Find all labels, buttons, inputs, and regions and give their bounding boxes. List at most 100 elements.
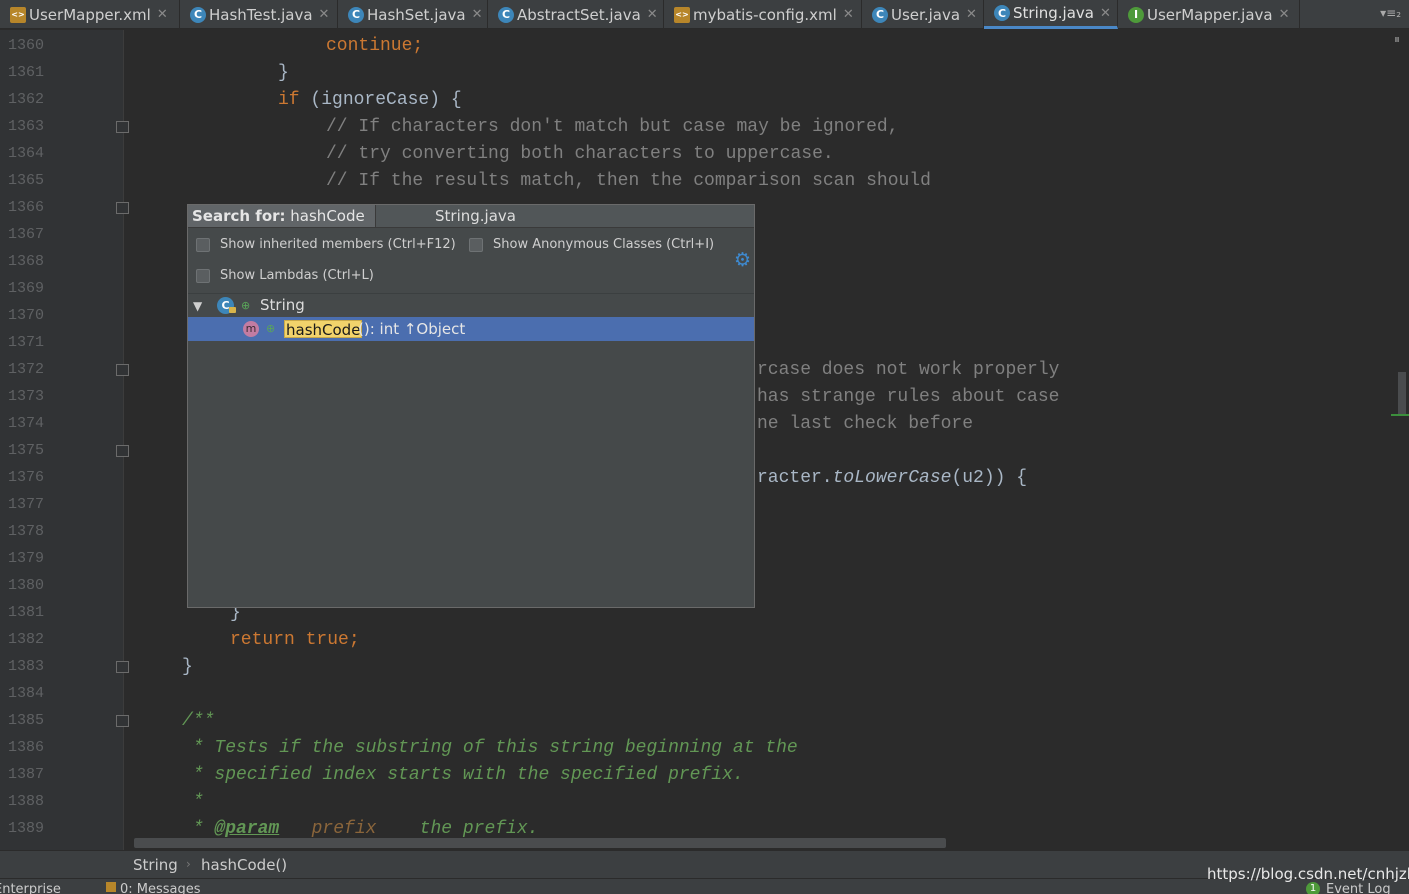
xml-file-icon: <> bbox=[10, 6, 26, 23]
code-line-1362: if (ignoreCase) { bbox=[278, 90, 462, 110]
line-number: 1362 bbox=[8, 91, 45, 108]
horizontal-scrollbar[interactable] bbox=[134, 838, 946, 848]
line-number: 1387 bbox=[8, 766, 45, 783]
tab-user-java[interactable]: C User.java ✕ bbox=[862, 0, 984, 29]
code-line-1387: * specified index starts with the specif… bbox=[182, 765, 744, 785]
popup-title: String.java bbox=[435, 207, 516, 225]
editor-gutter: 1360 1361 1362 1363 1364 1365 1366 1367 … bbox=[0, 30, 129, 850]
line-number: 1383 bbox=[8, 658, 45, 675]
pause-icon: ⏸ bbox=[1394, 32, 1401, 46]
line-number: 1363 bbox=[8, 118, 45, 135]
tab-label: HashTest.java bbox=[209, 5, 313, 24]
method-icon: m bbox=[243, 321, 259, 337]
line-number: 1389 bbox=[8, 820, 45, 837]
class-file-icon: C bbox=[498, 6, 514, 23]
close-icon[interactable]: ✕ bbox=[647, 7, 658, 22]
breadcrumb-class[interactable]: String bbox=[133, 856, 178, 874]
tree-node-hashcode[interactable]: m ⊕ hashCode (): int ↑Object bbox=[188, 317, 754, 341]
search-label: Search for: bbox=[192, 207, 286, 225]
close-icon[interactable]: ✕ bbox=[472, 7, 483, 22]
breadcrumb-method[interactable]: hashCode() bbox=[201, 856, 287, 874]
option-show-lambdas[interactable]: Show Lambdas (Ctrl+L) bbox=[196, 268, 374, 283]
tab-string-java[interactable]: C String.java ✕ bbox=[984, 0, 1118, 29]
code-line-1364: // try converting both characters to upp… bbox=[326, 144, 834, 164]
popup-header: Search for: hashCode String.java bbox=[188, 205, 754, 228]
line-number: 1379 bbox=[8, 550, 45, 567]
public-visibility-icon: ⊕ bbox=[266, 322, 276, 335]
tree-node-label: String bbox=[260, 296, 305, 314]
line-number: 1374 bbox=[8, 415, 45, 432]
option-label: Show Lambdas (Ctrl+L) bbox=[220, 268, 374, 283]
editor-tab-bar: <> UserMapper.xml ✕ C HashTest.java ✕ C … bbox=[0, 0, 1409, 29]
enterprise-tool-button[interactable]: Enterprise bbox=[0, 882, 61, 894]
close-icon[interactable]: ✕ bbox=[1279, 7, 1290, 22]
line-number: 1368 bbox=[8, 253, 45, 270]
line-number: 1365 bbox=[8, 172, 45, 189]
tree-node-string[interactable]: ▼ C ⊕ String bbox=[188, 294, 754, 318]
line-number: 1377 bbox=[8, 496, 45, 513]
close-icon[interactable]: ✕ bbox=[843, 7, 854, 22]
tab-label: String.java bbox=[1013, 4, 1094, 22]
expand-triangle-icon[interactable]: ▼ bbox=[193, 299, 202, 313]
tab-usermapper-java[interactable]: I UserMapper.java ✕ bbox=[1118, 0, 1300, 29]
option-show-inherited-members[interactable]: Show inherited members (Ctrl+F12) bbox=[196, 237, 456, 252]
code-line-1382: return true; bbox=[230, 630, 360, 650]
tab-label: HashSet.java bbox=[367, 5, 466, 24]
close-icon[interactable]: ✕ bbox=[319, 7, 330, 22]
close-icon[interactable]: ✕ bbox=[157, 7, 168, 22]
class-file-icon: C bbox=[872, 6, 888, 23]
option-label: Show Anonymous Classes (Ctrl+I) bbox=[493, 237, 715, 252]
code-line-1361: } bbox=[278, 63, 289, 83]
line-number: 1373 bbox=[8, 388, 45, 405]
lock-icon bbox=[229, 307, 236, 313]
line-number: 1376 bbox=[8, 469, 45, 486]
class-file-icon: C bbox=[348, 6, 364, 23]
vertical-scrollbar[interactable] bbox=[1398, 372, 1406, 414]
tab-hashset-java[interactable]: C HashSet.java ✕ bbox=[338, 0, 488, 29]
tab-label: UserMapper.java bbox=[1147, 5, 1273, 24]
messages-tool-button[interactable]: 0: Messages bbox=[106, 882, 201, 894]
breadcrumb-separator: › bbox=[186, 857, 191, 871]
change-marker bbox=[1391, 414, 1409, 416]
tab-mybatis-config-xml[interactable]: <> mybatis-config.xml ✕ bbox=[664, 0, 862, 29]
breadcrumb: String › hashCode() bbox=[0, 850, 1409, 878]
line-number: 1360 bbox=[8, 37, 45, 54]
tab-abstractset-java[interactable]: C AbstractSet.java ✕ bbox=[488, 0, 664, 29]
tab-label: AbstractSet.java bbox=[517, 5, 641, 24]
line-number: 1375 bbox=[8, 442, 45, 459]
line-number: 1370 bbox=[8, 307, 45, 324]
code-line-1383: } bbox=[182, 657, 193, 677]
code-line-1376: racter.toLowerCase(u2)) { bbox=[757, 468, 1028, 488]
tab-label: User.java bbox=[891, 5, 961, 24]
checkbox[interactable] bbox=[469, 237, 483, 252]
checkbox[interactable] bbox=[196, 237, 210, 252]
interface-file-icon: I bbox=[1128, 6, 1144, 23]
gear-icon[interactable]: ⚙ bbox=[734, 249, 751, 271]
code-line-1363: // If characters don't match but case ma… bbox=[326, 117, 899, 137]
code-line-1388: * bbox=[182, 792, 204, 812]
code-line-1360: continue; bbox=[326, 36, 424, 56]
line-number: 1371 bbox=[8, 334, 45, 351]
close-icon[interactable]: ✕ bbox=[1100, 6, 1111, 21]
file-structure-popup: Search for: hashCode String.java Show in… bbox=[187, 204, 755, 608]
tab-label: mybatis-config.xml bbox=[693, 5, 837, 24]
tab-hashtest-java[interactable]: C HashTest.java ✕ bbox=[180, 0, 338, 29]
line-number: 1380 bbox=[8, 577, 45, 594]
tab-list-menu-icon[interactable]: ▾≡₂ bbox=[1380, 6, 1401, 20]
public-visibility-icon: ⊕ bbox=[241, 299, 251, 312]
line-number: 1372 bbox=[8, 361, 45, 378]
line-number: 1385 bbox=[8, 712, 45, 729]
checkbox[interactable] bbox=[196, 268, 210, 283]
close-icon[interactable]: ✕ bbox=[966, 7, 977, 22]
line-number: 1367 bbox=[8, 226, 45, 243]
tab-usermapper-xml[interactable]: <> UserMapper.xml ✕ bbox=[0, 0, 180, 29]
line-number: 1382 bbox=[8, 631, 45, 648]
event-log-button[interactable]: 1 Event Log bbox=[1306, 882, 1391, 894]
code-line-1373: has strange rules about case bbox=[757, 387, 1060, 407]
code-line-1385: /** bbox=[182, 711, 215, 731]
search-input[interactable]: Search for: hashCode bbox=[188, 205, 376, 227]
messages-icon bbox=[106, 882, 116, 892]
search-value: hashCode bbox=[290, 207, 365, 225]
option-show-anonymous-classes[interactable]: Show Anonymous Classes (Ctrl+I) bbox=[469, 237, 714, 252]
xml-file-icon: <> bbox=[674, 6, 690, 23]
